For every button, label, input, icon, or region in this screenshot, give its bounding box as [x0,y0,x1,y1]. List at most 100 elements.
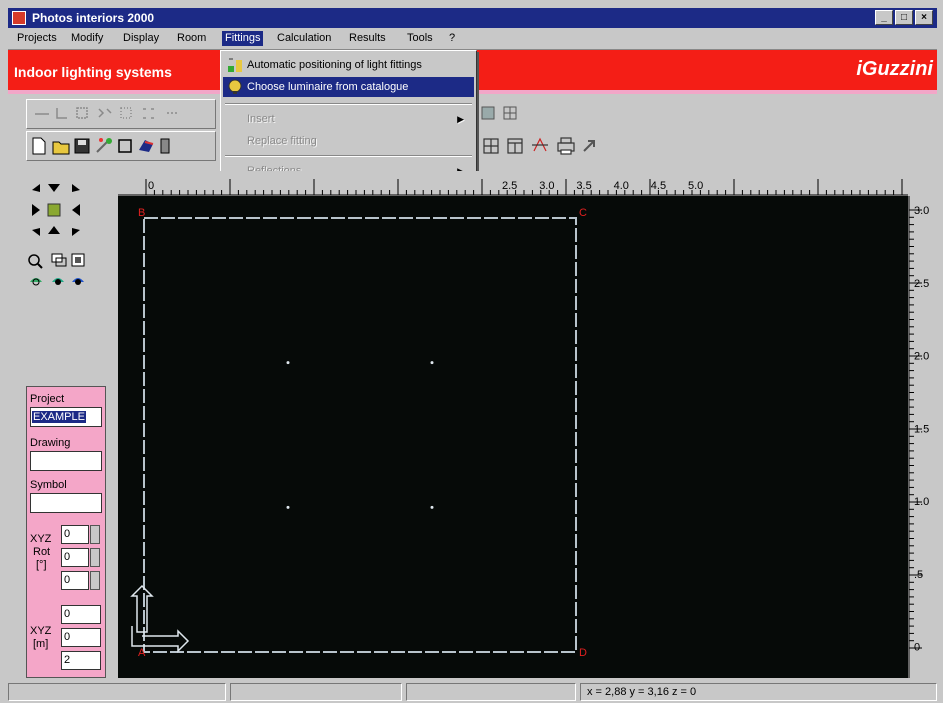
export-icon[interactable] [583,140,595,152]
pan-up-icon[interactable] [48,184,60,192]
pan-up-right-icon[interactable] [72,184,80,192]
corner-label-b: B [138,207,145,219]
menu-projects[interactable]: Projects [14,31,60,46]
menu-item-insert[interactable]: Insert ▶ [223,109,474,129]
ruler-label: 3.0 [539,180,554,192]
ruler-label: 0 [914,642,920,654]
print-icon[interactable] [557,137,575,155]
zoom-icon[interactable] [28,254,43,269]
corner-label-d: D [579,647,587,659]
luminaire-catalogue-icon [228,79,242,94]
light-fitting-marker [286,361,290,365]
room-outline [143,217,577,653]
drawing-toolbar [26,99,216,129]
navigation-pad [28,184,85,286]
position-z-field[interactable]: 2 [61,651,101,670]
menu-item-choose-luminaire[interactable]: Choose luminaire from catalogue [223,77,474,97]
project-field[interactable]: EXAMPLE [30,407,102,427]
view-front-icon[interactable] [52,278,64,285]
coordinates-readout: x = 2,88 y = 3,16 z = 0 [580,683,937,701]
project-info-panel: Project EXAMPLE Drawing Symbol XYZ Rot [… [26,386,106,678]
window-title: Photos interiors 2000 [32,11,155,25]
ruler-label: 2.5 [502,180,517,192]
menu-tools[interactable]: Tools [404,31,436,46]
ruler-label: 2.5 [914,278,929,290]
isolux-icon[interactable] [532,137,548,152]
view-3d-icon[interactable] [72,278,84,285]
rotation-x-field[interactable]: 0 [61,525,89,544]
status-bar: x = 2,88 y = 3,16 z = 0 [8,683,937,701]
minimize-button[interactable]: _ [875,10,893,25]
position-x-field[interactable]: 0 [61,605,101,624]
ruler-label: 4.0 [614,180,629,192]
pan-right-icon[interactable] [72,204,80,216]
ruler-label: 3.0 [914,205,929,217]
drawing-field[interactable] [30,451,102,471]
brand-logo: iGuzzini [856,58,933,80]
horizontal-ruler: 0 2.5 3.0 3.5 4.0 4.5 5.0 [118,171,908,196]
drawing-canvas[interactable]: A B C D [118,196,908,678]
calculation-toolbar [476,133,616,161]
open-folder-icon[interactable] [52,141,70,155]
menu-fittings[interactable]: Fittings [222,31,264,46]
pan-left-icon[interactable] [32,204,40,216]
pan-up-left-icon[interactable] [32,184,40,192]
ruler-label: 2.0 [914,351,929,363]
rotation-label-unit: [°] [36,559,47,571]
table-icon[interactable] [503,106,517,120]
rotation-x-spinner[interactable] [90,525,100,544]
symbol-field[interactable] [30,493,102,513]
rotation-y-spinner[interactable] [90,548,100,567]
pan-down-right-icon[interactable] [72,228,80,236]
menu-results[interactable]: Results [346,31,389,46]
menu-help[interactable]: ? [446,31,458,46]
save-icon[interactable] [74,138,90,154]
fitting-icon[interactable] [160,138,170,154]
view-top-icon[interactable] [30,278,42,286]
zoom-window-icon[interactable] [51,253,67,267]
menu-room[interactable]: Room [174,31,209,46]
menu-item-auto-positioning[interactable]: Automatic positioning of light fittings [223,55,474,75]
room-outline-icon[interactable] [118,139,132,153]
corner-label-a: A [138,647,146,659]
close-button[interactable]: × [915,10,933,25]
grid-calc-icon[interactable] [483,138,499,154]
submenu-arrow-icon: ▶ [457,114,464,124]
light-fitting-marker [430,505,434,509]
ruler-label: .5 [914,569,923,581]
menu-separator [225,155,472,157]
drawing-label: Drawing [30,437,71,449]
status-panel-3 [406,683,576,701]
replace-fitting-label: Replace fitting [247,135,317,147]
view-toolbar [476,101,526,127]
rotation-y-field[interactable]: 0 [61,548,89,567]
pan-down-left-icon[interactable] [32,228,40,236]
app-icon[interactable] [12,11,26,25]
grid-icon[interactable] [481,106,495,120]
banner-tagline: Indoor lighting systems [14,64,172,80]
rotation-z-field[interactable]: 0 [61,571,89,590]
menu-calculation[interactable]: Calculation [274,31,334,46]
table-calc-icon[interactable] [507,138,523,154]
position-label-xyz: XYZ [30,625,52,637]
menu-modify[interactable]: Modify [68,31,106,46]
light-fitting-marker [430,361,434,365]
ruler-label: 5.0 [688,180,703,192]
new-icon[interactable] [32,137,46,155]
menu-item-replace-fitting[interactable]: Replace fitting [223,131,474,151]
wizard-icon[interactable] [96,138,112,153]
center-view-icon[interactable] [47,203,61,217]
zoom-extents-icon[interactable] [71,253,85,267]
menu-display[interactable]: Display [120,31,162,46]
insert-label: Insert [247,113,275,125]
position-label-unit: [m] [33,638,49,650]
auto-position-icon [228,58,242,72]
rotation-label-xyz: XYZ [30,533,52,545]
position-y-field[interactable]: 0 [61,628,101,647]
vertical-ruler: 3.0 2.5 2.0 1.5 1.0 .5 0 [908,196,937,678]
rotation-z-spinner[interactable] [90,571,100,590]
symbol-label: Symbol [30,479,67,491]
maximize-button[interactable]: □ [895,10,913,25]
render-icon[interactable] [139,140,154,152]
pan-down-icon[interactable] [48,226,60,234]
